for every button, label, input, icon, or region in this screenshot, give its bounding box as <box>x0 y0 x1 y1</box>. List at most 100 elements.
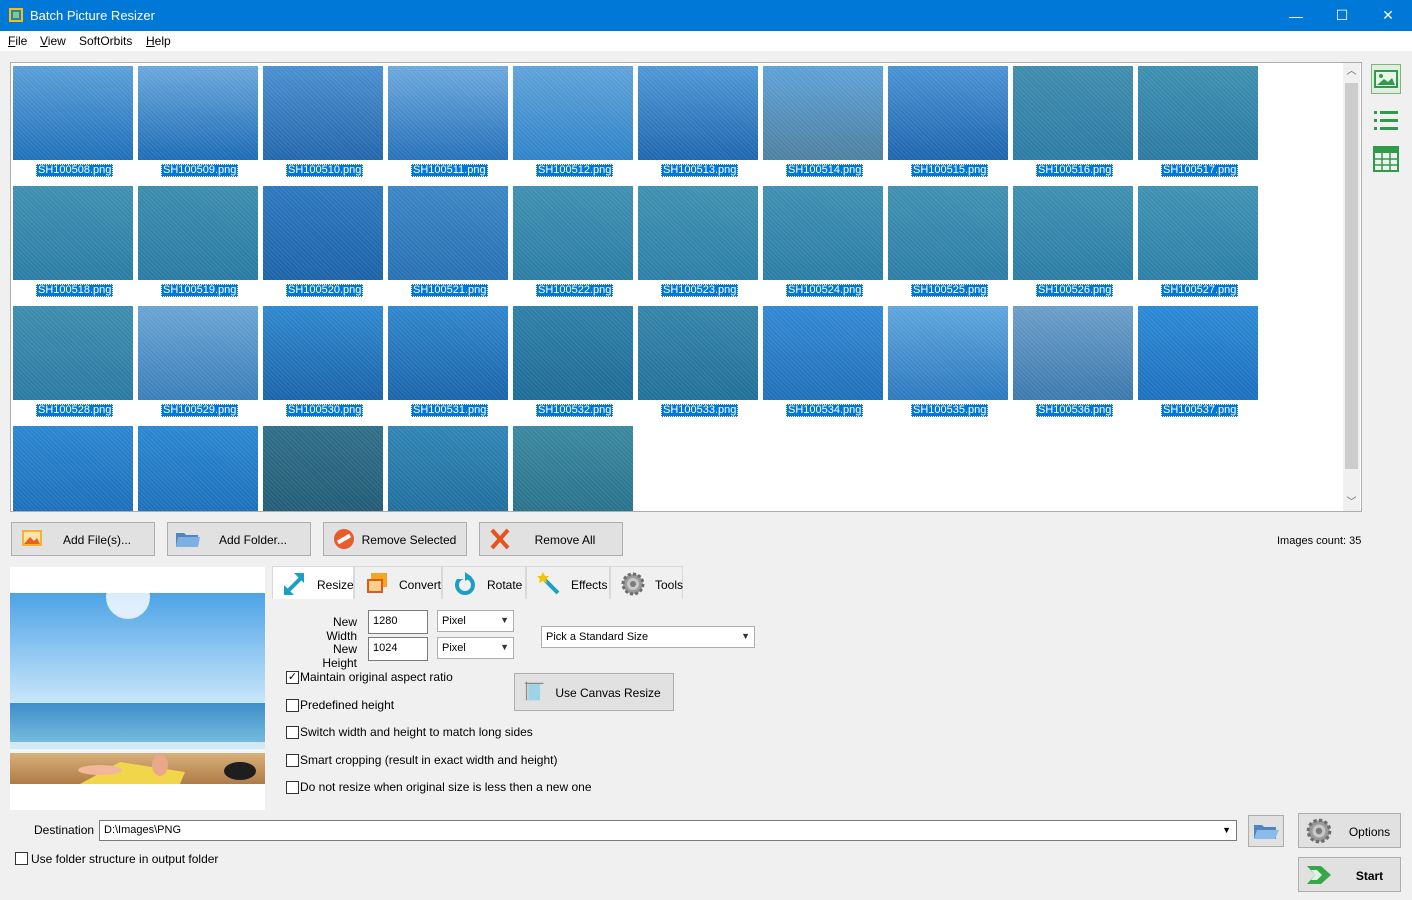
image-thumbnail[interactable]: SH100530.png <box>263 306 383 418</box>
browse-folder-button[interactable] <box>1248 815 1284 847</box>
image-thumbnail[interactable]: SH100533.png <box>638 306 758 418</box>
image-thumbnail[interactable]: SH100537.png <box>1138 306 1258 418</box>
image-gallery[interactable]: SH100508.png SH100509.png SH100510.png SH10… <box>10 62 1362 512</box>
image-thumbnail[interactable]: SH100525.png <box>888 186 1008 298</box>
canvas-resize-label: Use Canvas Resize <box>555 686 661 700</box>
image-thumbnail[interactable]: SH100529.png <box>138 306 258 418</box>
destination-path-input[interactable]: D:\Images\PNG ▼ <box>99 820 1237 841</box>
tab-convert[interactable]: Convert <box>354 566 442 599</box>
chevron-down-icon: ▼ <box>741 631 750 641</box>
minimize-button[interactable]: — <box>1273 0 1319 31</box>
thumbnail-image <box>638 66 758 160</box>
image-thumbnail[interactable]: SH100515.png <box>888 66 1008 178</box>
tab-effects[interactable]: Effects <box>526 566 610 599</box>
close-button[interactable]: ✕ <box>1365 0 1411 31</box>
menu-view[interactable]: View <box>40 34 66 48</box>
resize-option-checkbox[interactable] <box>286 754 299 767</box>
image-thumbnail[interactable]: SH100512.png <box>513 66 633 178</box>
standard-size-select[interactable]: Pick a Standard Size ▼ <box>541 626 755 648</box>
thumbnail-image <box>638 306 758 400</box>
thumbnail-filename: SH100526.png <box>1036 284 1114 297</box>
image-thumbnail[interactable]: SH100532.png <box>513 306 633 418</box>
image-thumbnail[interactable]: SH100528.png <box>13 306 133 418</box>
start-button[interactable]: Start <box>1298 857 1401 892</box>
thumbnail-filename: SH100520.png <box>286 284 364 297</box>
menu-help[interactable]: Help <box>146 34 171 48</box>
image-thumbnail[interactable]: SH100539.png <box>138 426 258 511</box>
menu-file[interactable]: File <box>8 34 27 48</box>
image-thumbnail[interactable]: SH100520.png <box>263 186 383 298</box>
height-unit-select[interactable]: Pixel ▼ <box>437 637 514 659</box>
thumbnail-view-icon[interactable] <box>1371 64 1401 94</box>
list-view-icon[interactable] <box>1371 106 1401 136</box>
image-thumbnail[interactable]: SH100536.png <box>1013 306 1133 418</box>
new-height-input[interactable]: 1024 <box>368 637 428 661</box>
thumbnail-filename: SH100527.png <box>1161 284 1239 297</box>
image-thumbnail[interactable]: SH100521.png <box>388 186 508 298</box>
resize-option-checkbox[interactable] <box>286 726 299 739</box>
tab-effects-label: Effects <box>571 578 608 592</box>
image-thumbnail[interactable]: SH100540.png <box>263 426 383 511</box>
thumbnail-image <box>13 186 133 280</box>
thumbnail-image <box>763 66 883 160</box>
thumbnail-filename: SH100514.png <box>786 164 864 177</box>
resize-option-checkbox[interactable] <box>286 699 299 712</box>
scroll-down-icon[interactable]: ﹀ <box>1343 494 1360 511</box>
image-thumbnail[interactable]: SH100523.png <box>638 186 758 298</box>
add-folder-button[interactable]: Add Folder... <box>167 522 311 556</box>
title-bar: Batch Picture Resizer — ☐ ✕ <box>0 0 1412 31</box>
images-count: Images count: 35 <box>1277 535 1362 547</box>
image-thumbnail[interactable]: SH100542.png <box>513 426 633 511</box>
gallery-scrollbar[interactable]: ︿ ﹀ <box>1343 63 1360 511</box>
width-unit-value: Pixel <box>442 615 466 627</box>
remove-selected-button[interactable]: Remove Selected <box>323 522 467 556</box>
image-thumbnail[interactable]: SH100526.png <box>1013 186 1133 298</box>
add-folder-label: Add Folder... <box>218 533 288 547</box>
image-thumbnail[interactable]: SH100513.png <box>638 66 758 178</box>
tab-resize[interactable]: Resize <box>272 566 354 600</box>
remove-all-button[interactable]: Remove All <box>479 522 623 556</box>
canvas-resize-button[interactable]: Use Canvas Resize <box>514 673 674 711</box>
thumbnail-image <box>888 306 1008 400</box>
new-width-input[interactable]: 1280 <box>368 610 428 634</box>
image-thumbnail[interactable]: SH100509.png <box>138 66 258 178</box>
scroll-up-icon[interactable]: ︿ <box>1343 63 1360 80</box>
image-thumbnail[interactable]: SH100538.png <box>13 426 133 511</box>
thumbnail-image <box>1013 66 1133 160</box>
resize-option-checkbox[interactable] <box>286 781 299 794</box>
resize-option-checkbox[interactable]: ✓ <box>286 671 299 684</box>
image-thumbnail[interactable]: SH100541.png <box>388 426 508 511</box>
image-thumbnail[interactable]: SH100516.png <box>1013 66 1133 178</box>
width-unit-select[interactable]: Pixel ▼ <box>437 610 514 632</box>
add-files-button[interactable]: Add File(s)... <box>11 522 155 556</box>
image-thumbnail[interactable]: SH100518.png <box>13 186 133 298</box>
image-thumbnail[interactable]: SH100510.png <box>263 66 383 178</box>
menu-softorbits[interactable]: SoftOrbits <box>79 34 132 48</box>
image-thumbnail[interactable]: SH100535.png <box>888 306 1008 418</box>
magic-wand-icon <box>537 572 560 595</box>
image-thumbnail[interactable]: SH100527.png <box>1138 186 1258 298</box>
maximize-button[interactable]: ☐ <box>1319 0 1365 31</box>
options-button[interactable]: Options <box>1298 813 1401 848</box>
image-thumbnail[interactable]: SH100514.png <box>763 66 883 178</box>
scroll-thumb[interactable] <box>1345 83 1358 469</box>
image-thumbnail[interactable]: SH100522.png <box>513 186 633 298</box>
thumbnail-image <box>13 66 133 160</box>
folder-structure-checkbox[interactable] <box>15 852 28 865</box>
thumbnail-image <box>13 426 133 511</box>
image-thumbnail[interactable]: SH100519.png <box>138 186 258 298</box>
image-thumbnail[interactable]: SH100511.png <box>388 66 508 178</box>
image-thumbnail[interactable]: SH100508.png <box>13 66 133 178</box>
thumbnail-filename: SH100532.png <box>536 404 614 417</box>
thumbnail-filename: SH100525.png <box>911 284 989 297</box>
thumbnail-filename: SH100522.png <box>536 284 614 297</box>
thumbnail-filename: SH100530.png <box>286 404 364 417</box>
height-unit-value: Pixel <box>442 642 466 654</box>
image-thumbnail[interactable]: SH100534.png <box>763 306 883 418</box>
image-thumbnail[interactable]: SH100524.png <box>763 186 883 298</box>
tab-rotate[interactable]: Rotate <box>442 566 526 599</box>
tab-tools[interactable]: Tools <box>610 566 683 599</box>
image-thumbnail[interactable]: SH100517.png <box>1138 66 1258 178</box>
table-view-icon[interactable] <box>1371 144 1401 174</box>
image-thumbnail[interactable]: SH100531.png <box>388 306 508 418</box>
